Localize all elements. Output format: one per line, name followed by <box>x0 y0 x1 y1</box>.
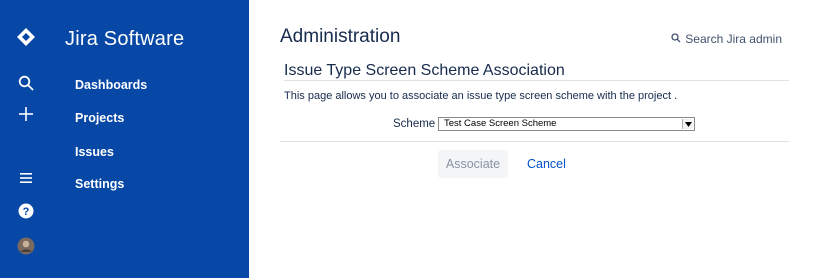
search-icon <box>671 32 681 46</box>
section-title: Issue Type Screen Scheme Association <box>284 62 565 79</box>
search-admin-label: Search Jira admin <box>685 32 782 46</box>
divider <box>284 80 789 81</box>
sidebar-item-projects[interactable]: Projects <box>75 111 124 125</box>
sidebar-item-settings[interactable]: Settings <box>75 177 124 191</box>
description: This page allows you to associate an iss… <box>284 90 678 102</box>
scheme-select[interactable]: Test Case Screen Scheme <box>438 117 695 131</box>
create-icon[interactable] <box>16 104 36 124</box>
avatar[interactable] <box>16 236 36 256</box>
scheme-select-value: Test Case Screen Scheme <box>444 118 557 129</box>
search-icon[interactable] <box>16 73 36 93</box>
sidebar-item-dashboards[interactable]: Dashboards <box>75 78 147 92</box>
sidebar: Jira Software Dashboards Projects Issues… <box>54 0 249 278</box>
help-icon[interactable]: ? <box>16 201 36 221</box>
menu-icon[interactable] <box>16 168 36 188</box>
global-nav-rail: ? <box>0 0 54 278</box>
divider <box>280 141 789 142</box>
chevron-down-icon[interactable] <box>682 119 693 129</box>
associate-button[interactable]: Associate <box>438 150 508 178</box>
search-admin-link[interactable]: Search Jira admin <box>671 32 782 46</box>
product-name[interactable]: Jira Software <box>65 28 184 51</box>
main-content: Administration Search Jira admin Issue T… <box>249 0 815 278</box>
sidebar-item-issues[interactable]: Issues <box>75 145 114 159</box>
svg-text:?: ? <box>23 206 30 218</box>
scheme-label: Scheme <box>393 118 436 130</box>
jira-logo-icon[interactable] <box>16 27 36 47</box>
cancel-link[interactable]: Cancel <box>527 157 566 171</box>
page-title: Administration <box>280 26 401 47</box>
